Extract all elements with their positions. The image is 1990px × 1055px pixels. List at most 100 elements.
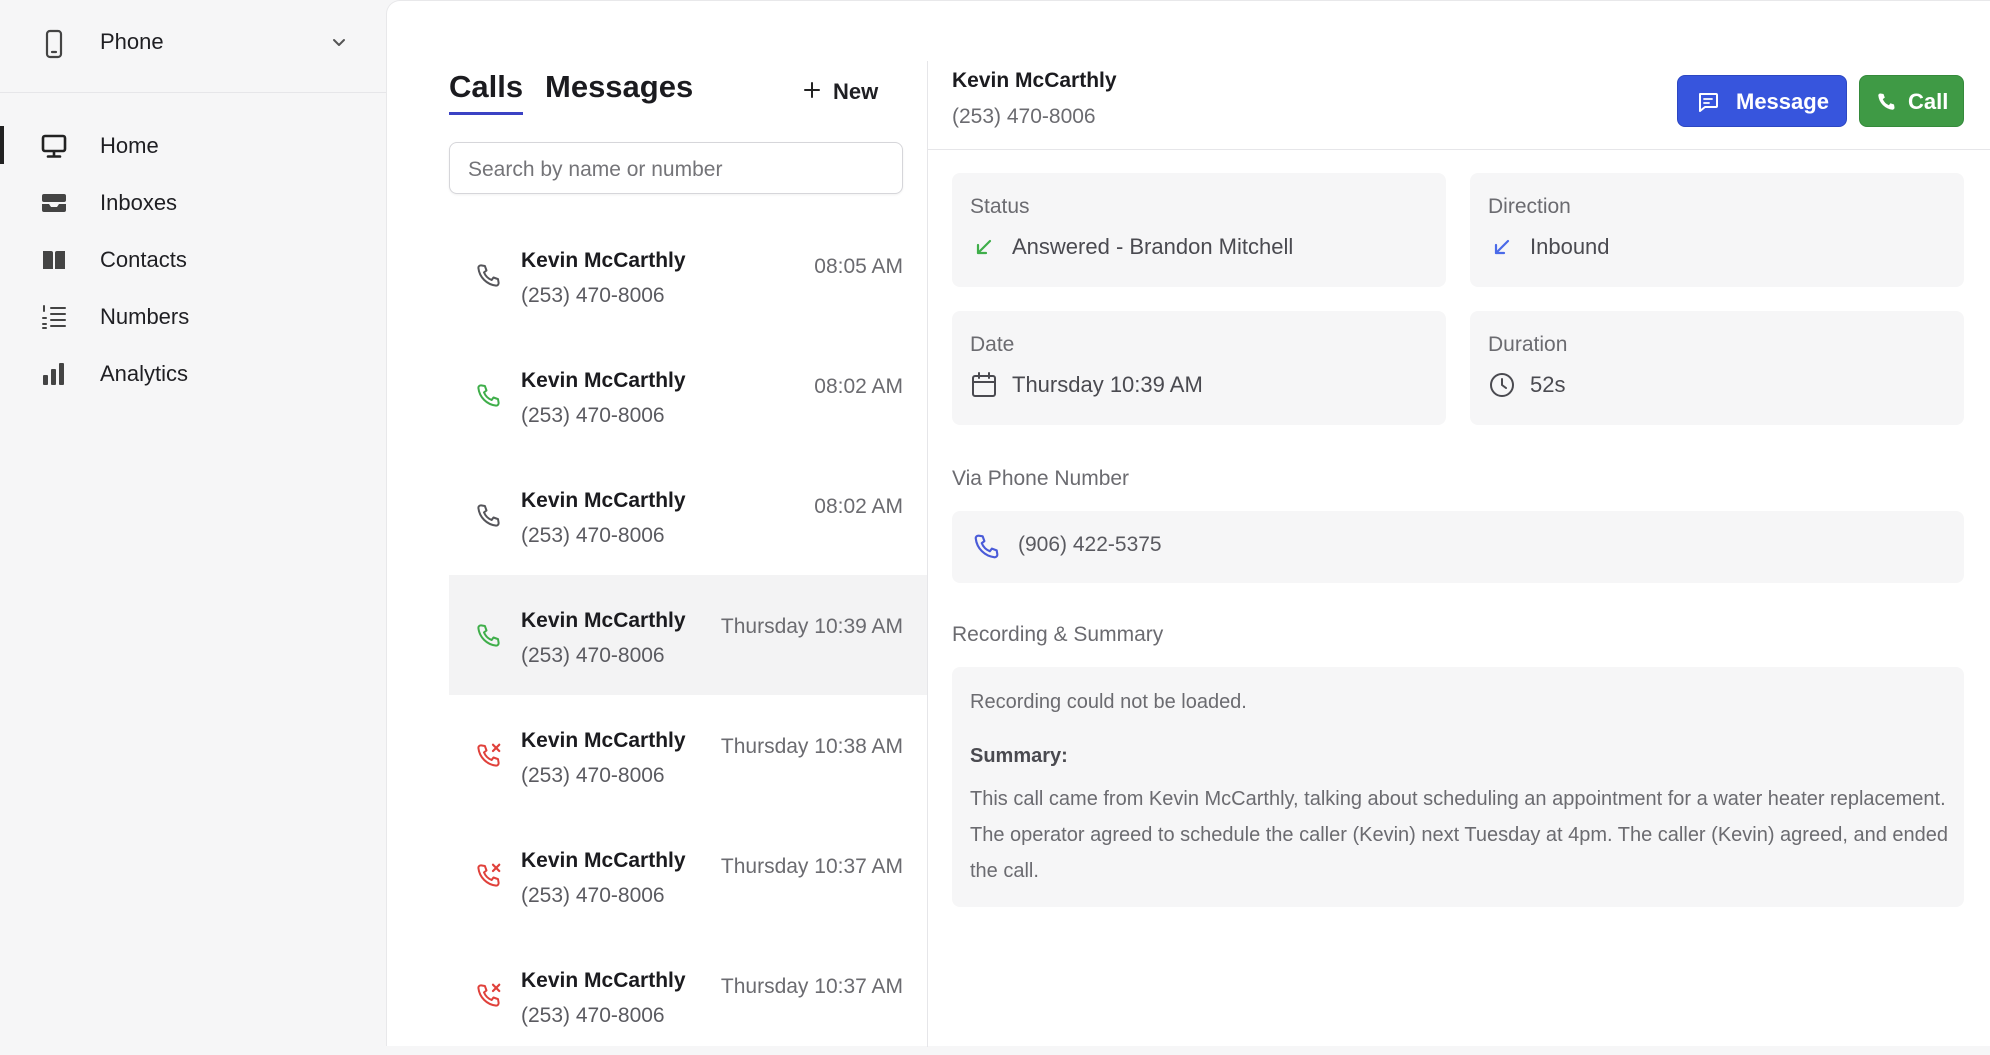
- sidebar: Phone Home Inboxes Contacts Numbers Anal…: [0, 0, 386, 1046]
- call-contact-name: Kevin McCarthly: [521, 729, 686, 752]
- sidebar-item-analytics[interactable]: Analytics: [0, 348, 386, 398]
- phone-icon: [473, 501, 503, 531]
- status-label: Status: [970, 195, 1030, 218]
- call-time: Thursday 10:39 AM: [720, 615, 903, 638]
- sidebar-item-home[interactable]: Home: [0, 120, 386, 170]
- call-list-item[interactable]: Kevin McCarthly (253) 470-8006 Thursday …: [449, 935, 927, 1055]
- search-input[interactable]: [466, 155, 890, 185]
- via-number-value: (906) 422-5375: [1018, 533, 1162, 556]
- call-list-column: Calls Messages New Kevin McCarthly (253)…: [387, 1, 927, 1047]
- message-button[interactable]: Message: [1677, 75, 1847, 127]
- sidebar-item-label: Home: [100, 133, 159, 158]
- chevron-down-icon[interactable]: [330, 33, 348, 56]
- detail-contact-name: Kevin McCarthly: [952, 69, 1117, 92]
- calendar-icon: [970, 371, 998, 399]
- main-panel: Calls Messages New Kevin McCarthly (253)…: [386, 0, 1990, 1047]
- tab-messages[interactable]: Messages: [545, 69, 693, 105]
- sidebar-item-inboxes[interactable]: Inboxes: [0, 177, 386, 227]
- call-contact-name: Kevin McCarthly: [521, 489, 686, 512]
- call-list-item[interactable]: Kevin McCarthly (253) 470-8006 08:02 AM: [449, 455, 927, 575]
- phone-missed-icon: [473, 861, 503, 891]
- plus-icon: [803, 81, 821, 104]
- phone-icon: [970, 531, 1002, 568]
- sidebar-item-label: Inboxes: [100, 190, 178, 215]
- search-box: [449, 142, 903, 194]
- call-list-item-selected[interactable]: Kevin McCarthly (253) 470-8006 Thursday …: [449, 575, 927, 695]
- phone-answered-icon: [473, 381, 503, 411]
- call-contact-name: Kevin McCarthly: [521, 249, 686, 272]
- direction-value: Inbound: [1530, 234, 1610, 259]
- book-icon: [40, 246, 68, 274]
- phone-answered-icon: [473, 621, 503, 651]
- call-time: Thursday 10:37 AM: [720, 855, 903, 878]
- recording-error-message: Recording could not be loaded.: [970, 691, 1247, 713]
- call-contact-number: (253) 470-8006: [521, 644, 665, 667]
- call-time: Thursday 10:37 AM: [720, 975, 903, 998]
- new-button[interactable]: New: [803, 77, 878, 107]
- call-contact-number: (253) 470-8006: [521, 524, 665, 547]
- call-list-item[interactable]: Kevin McCarthly (253) 470-8006 Thursday …: [449, 815, 927, 935]
- call-contact-name: Kevin McCarthly: [521, 849, 686, 872]
- bar-chart-icon: [40, 360, 68, 388]
- sidebar-item-label: Numbers: [100, 304, 190, 329]
- app-switcher[interactable]: Phone: [0, 0, 386, 93]
- call-time: 08:02 AM: [814, 495, 903, 518]
- phone-icon: [1874, 90, 1898, 120]
- recording-summary-label: Recording & Summary: [952, 623, 1164, 646]
- call-contact-name: Kevin McCarthly: [521, 609, 686, 632]
- call-list-item[interactable]: Kevin McCarthly (253) 470-8006 08:05 AM: [449, 215, 927, 335]
- inbox-icon: [40, 189, 68, 217]
- call-contact-number: (253) 470-8006: [521, 884, 665, 907]
- via-number-card: (906) 422-5375: [952, 511, 1964, 583]
- app-switcher-label: Phone: [100, 29, 164, 54]
- call-list-item[interactable]: Kevin McCarthly (253) 470-8006 08:02 AM: [449, 335, 927, 455]
- duration-value: 52s: [1530, 372, 1566, 397]
- new-button-label: New: [833, 79, 879, 104]
- smartphone-icon: [40, 28, 68, 65]
- status-value: Answered - Brandon Mitchell: [1012, 234, 1294, 259]
- sidebar-item-label: Analytics: [100, 361, 189, 386]
- date-label: Date: [970, 333, 1015, 356]
- call-contact-number: (253) 470-8006: [521, 284, 665, 307]
- status-card: Status Answered - Brandon Mitchell: [952, 173, 1446, 287]
- call-contact-number: (253) 470-8006: [521, 404, 665, 427]
- call-button-label: Call: [1908, 89, 1949, 114]
- arrow-down-left-icon: [970, 233, 998, 261]
- call-contact-number: (253) 470-8006: [521, 1004, 665, 1027]
- phone-icon: [473, 261, 503, 291]
- call-detail-panel: Kevin McCarthly (253) 470-8006 Message C…: [928, 1, 1990, 1047]
- sidebar-item-contacts[interactable]: Contacts: [0, 234, 386, 284]
- list-numbered-icon: [40, 303, 68, 331]
- detail-contact-number: (253) 470-8006: [952, 105, 1096, 128]
- call-contact-name: Kevin McCarthly: [521, 369, 686, 392]
- via-number-label: Via Phone Number: [952, 467, 1130, 490]
- call-list-item[interactable]: Kevin McCarthly (253) 470-8006 Thursday …: [449, 695, 927, 815]
- detail-header-divider: [928, 149, 1990, 150]
- call-contact-number: (253) 470-8006: [521, 764, 665, 787]
- call-time: Thursday 10:38 AM: [720, 735, 903, 758]
- call-time: 08:02 AM: [814, 375, 903, 398]
- call-contact-name: Kevin McCarthly: [521, 969, 686, 992]
- duration-card: Duration 52s: [1470, 311, 1964, 425]
- phone-missed-icon: [473, 741, 503, 771]
- duration-label: Duration: [1488, 333, 1568, 356]
- chat-icon: [1696, 90, 1720, 120]
- inbound-arrow-icon: [1488, 233, 1516, 261]
- clock-icon: [1488, 371, 1516, 399]
- phone-missed-icon: [473, 981, 503, 1011]
- monitor-icon: [40, 132, 68, 160]
- message-button-label: Message: [1736, 89, 1829, 114]
- date-value: Thursday 10:39 AM: [1012, 372, 1203, 397]
- sidebar-item-label: Contacts: [100, 247, 187, 272]
- direction-label: Direction: [1488, 195, 1571, 218]
- sidebar-item-numbers[interactable]: Numbers: [0, 291, 386, 341]
- direction-card: Direction Inbound: [1470, 173, 1964, 287]
- call-time: 08:05 AM: [814, 255, 903, 278]
- summary-text: This call came from Kevin McCarthly, tal…: [970, 788, 1948, 882]
- call-button[interactable]: Call: [1859, 75, 1964, 127]
- summary-heading: Summary:: [970, 745, 1068, 767]
- tab-calls[interactable]: Calls: [449, 69, 523, 105]
- date-card: Date Thursday 10:39 AM: [952, 311, 1446, 425]
- recording-summary-card: Recording could not be loaded. Summary: …: [952, 667, 1964, 907]
- active-tab-indicator: [449, 112, 523, 115]
